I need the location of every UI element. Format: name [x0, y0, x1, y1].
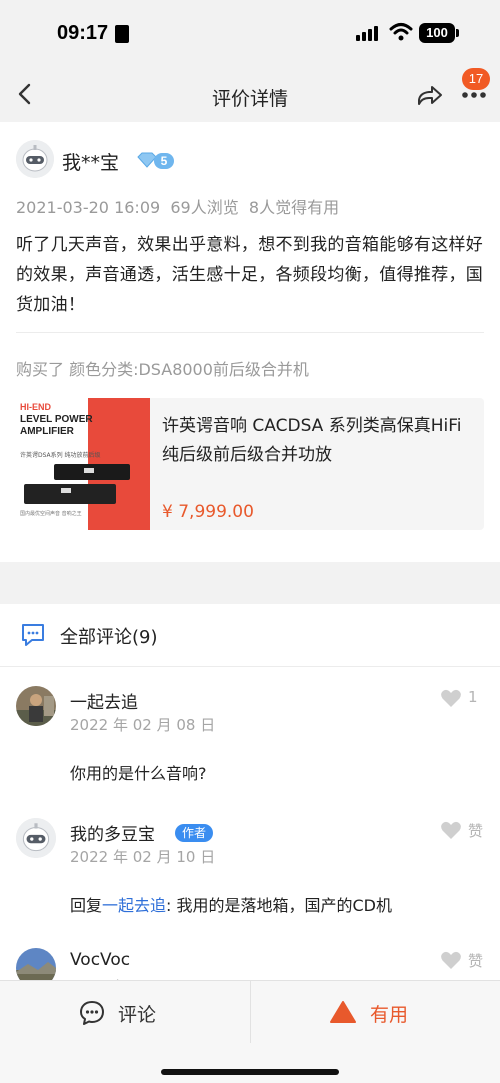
avatar[interactable] [16, 140, 54, 178]
review-username[interactable]: 我**宝 [62, 148, 119, 175]
comment-text: 回复一起去追: 我用的是落地箱，国产的CD机 [70, 892, 392, 916]
thumbnail-text-slogan: 国内最优空间声音 音响之王 [20, 511, 82, 517]
photo-avatar [16, 686, 56, 726]
review-date: 2021-03-20 16:09 [16, 198, 161, 217]
product-price: ¥ 7,999.00 [162, 502, 254, 522]
divider [0, 666, 500, 667]
comment-button-label: 评论 [118, 1004, 157, 1026]
review-card: 我**宝 5 2021-03-20 16:09 69人浏览 8人觉得有用 听了几… [0, 122, 500, 562]
comment-button[interactable]: 评论 [0, 981, 250, 1043]
comment-icon [80, 1001, 104, 1025]
useful-button[interactable]: 有用 [251, 981, 500, 1043]
avatar[interactable] [16, 818, 56, 858]
heart-like-icon[interactable] [440, 820, 462, 840]
comment-text: 你用的是什么音响? [70, 764, 207, 783]
triangle-up-icon [330, 1001, 356, 1023]
thumbnail-text-series: 许英谔DSA系列 纯功放前后级 [20, 452, 101, 459]
comment-date: 2022 年 02 月 08 日 [70, 716, 216, 734]
avatar[interactable] [16, 686, 56, 726]
more-dots-icon[interactable] [460, 90, 488, 100]
status-time: 09:17 [57, 22, 109, 44]
diamond-level-badge: 5 [137, 152, 174, 169]
comment-username[interactable]: 我的多豆宝 [70, 820, 155, 845]
review-views: 69人浏览 [170, 198, 239, 217]
notification-badge: 17 [462, 68, 490, 90]
product-title: 许英谔音响 CACDSA 系列类高保真HiFi纯后级前后级合并功放 [162, 416, 462, 465]
divider [16, 332, 484, 333]
robot-avatar-icon [16, 818, 56, 858]
comment-username[interactable]: VocVoc [70, 950, 130, 970]
author-tag: 作者 [175, 824, 214, 842]
level-number: 5 [161, 154, 168, 168]
thumbnail-text-title: LEVEL POWER AMPLIFIER [20, 414, 93, 437]
landscape-avatar [16, 948, 56, 984]
purchase-spec: 购买了 颜色分类:DSA8000前后级合并机 [16, 360, 309, 379]
like-label[interactable]: 赞 [468, 950, 483, 971]
thumbnail-text-hiend: HI-END [20, 402, 51, 412]
home-indicator[interactable] [161, 1069, 339, 1075]
review-content: 听了几天声音，效果出乎意料，想不到我的音箱能够有这样好的效果，声音通透，活生感十… [16, 235, 484, 315]
cellular-signal-icon [356, 26, 378, 41]
comments-section: 全部评论(9) 一起去追 2022 年 02 月 08 日 你用的是什么音响? … [0, 604, 500, 984]
like-label[interactable]: 赞 [468, 820, 483, 841]
useful-button-label: 有用 [370, 1004, 409, 1026]
reply-prefix: 回复 [70, 896, 103, 915]
status-bar: 09:17 100 [0, 0, 500, 66]
comment-date: 2022 年 02 月 10 日 [70, 848, 216, 866]
bottom-action-bar: 评论 有用 [0, 980, 500, 1083]
comment-bubble-icon [22, 624, 44, 646]
share-icon[interactable] [416, 82, 444, 108]
battery-indicator: 100 [419, 23, 455, 43]
id-card-icon [115, 25, 129, 43]
avatar[interactable] [16, 948, 56, 984]
heart-like-icon[interactable] [440, 950, 462, 970]
wifi-icon [389, 23, 413, 41]
reply-to-link[interactable]: 一起去追 [102, 896, 166, 915]
like-count: 1 [468, 688, 478, 706]
review-meta: 2021-03-20 16:09 69人浏览 8人觉得有用 [16, 194, 339, 218]
robot-avatar-icon [16, 140, 54, 178]
comment-username[interactable]: 一起去追 [70, 688, 138, 713]
heart-like-icon[interactable] [440, 688, 462, 708]
comments-header: 全部评论(9) [60, 627, 158, 648]
battery-tip [456, 29, 459, 37]
reply-text: 我用的是落地箱，国产的CD机 [171, 896, 393, 915]
nav-bar: 评价详情 17 [0, 66, 500, 122]
amplifier-image [24, 484, 116, 504]
amplifier-image [54, 464, 130, 480]
product-card[interactable]: HI-END LEVEL POWER AMPLIFIER 许英谔DSA系列 纯功… [16, 398, 484, 530]
product-thumbnail: HI-END LEVEL POWER AMPLIFIER 许英谔DSA系列 纯功… [16, 398, 150, 530]
review-useful-count: 8人觉得有用 [248, 198, 340, 217]
